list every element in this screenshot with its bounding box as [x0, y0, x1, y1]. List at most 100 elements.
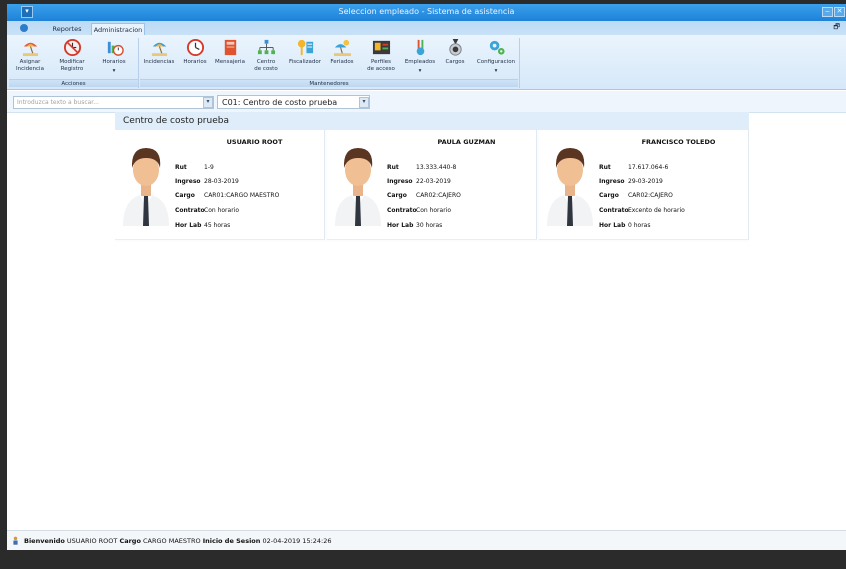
dropdown-arrow-icon: ▾ — [418, 67, 422, 74]
gears-icon — [489, 40, 505, 55]
horarios-button[interactable]: Horarios — [180, 38, 210, 78]
ribbon-button-label: Mensajeria — [215, 59, 245, 65]
field-label: Cargo — [387, 192, 407, 199]
ribbon-button-label: Fiscalizador — [289, 59, 321, 65]
configuracion-menu-button[interactable]: Configuracion ▾ — [474, 38, 518, 78]
restore-ribbon-icon[interactable]: 🗗 — [833, 23, 840, 34]
field-value: Con horario — [204, 207, 239, 214]
status-user: USUARIO ROOT — [66, 537, 118, 545]
field-label: Ingreso — [175, 178, 201, 185]
employee-field-rut: Rut 13.333.440-8 — [387, 164, 456, 171]
no-entry-clock-icon — [63, 38, 81, 57]
field-label: Rut — [387, 164, 399, 171]
dropdown-arrow-icon: ▾ — [494, 67, 498, 74]
employee-field-rut: Rut 17.617.064-6 — [599, 164, 668, 171]
ribbon-group-separator — [519, 38, 520, 88]
beach-icon — [333, 39, 351, 57]
field-value: 22-03-2019 — [416, 178, 451, 185]
cargos-button[interactable]: Cargos — [441, 38, 469, 78]
asignar-incidencia-button[interactable]: Asignar Incidencia — [11, 38, 49, 78]
fiscalizador-button[interactable]: Fiscalizador — [286, 38, 324, 78]
employee-avatar — [547, 148, 593, 226]
window-title: Seleccion empleado - Sistema de asistenc… — [338, 7, 515, 16]
field-value: 0 horas — [628, 222, 651, 229]
user-icon — [13, 536, 18, 545]
empleados-menu-button[interactable]: Empleados ▾ — [401, 38, 439, 78]
org-chart-icon — [257, 39, 275, 55]
employee-name: FRANCISCO TOLEDO — [641, 138, 716, 146]
ribbon-button-label: Incidencias — [143, 59, 175, 65]
cost-center-select[interactable]: C01: Centro de costo prueba — [217, 95, 370, 109]
field-label: Ingreso — [599, 178, 625, 185]
employees-icon — [416, 39, 424, 56]
minimize-button[interactable]: – — [822, 7, 833, 17]
dropdown-arrow-icon: ▾ — [112, 67, 116, 74]
field-label: Contrato — [387, 207, 417, 214]
title-bar: ▾ Seleccion empleado - Sistema de asiste… — [7, 4, 846, 21]
employee-field-horlab: Hor Lab 45 horas — [175, 222, 230, 229]
field-label: Hor Lab — [599, 222, 626, 229]
employee-card[interactable]: PAULA GUZMAN Rut 13.333.440-8 Ingreso 22-03-… — [327, 130, 537, 240]
incidencias-button[interactable]: Incidencias — [141, 38, 177, 78]
avatar — [333, 136, 383, 226]
centro-de-costo-button[interactable]: Centro de costo — [251, 38, 281, 78]
session-start: 02-04-2019 15:24:26 — [262, 537, 332, 545]
field-label: Rut — [599, 164, 611, 171]
ribbon: Asignar Incidencia Modificar Registro Ho… — [7, 35, 846, 90]
session-info: Bienvenido USUARIO ROOT Cargo CARGO MAES… — [24, 537, 332, 545]
field-value: 17.617.064-6 — [628, 164, 669, 171]
ribbon-button-label: Horarios — [102, 59, 126, 65]
modificar-registro-button[interactable]: Modificar Registro — [53, 38, 91, 78]
field-value: 13.333.440-8 — [416, 164, 457, 171]
app-window: ▾ Seleccion empleado - Sistema de asiste… — [7, 4, 846, 550]
field-label: Cargo — [599, 192, 619, 199]
cost-center-dropdown-button[interactable]: ▾ — [359, 97, 369, 108]
avatar — [121, 136, 171, 226]
field-value: Con horario — [416, 207, 451, 214]
horarios-menu-button[interactable]: Horarios ▾ — [97, 38, 131, 78]
field-label: Contrato — [599, 207, 629, 214]
ribbon-button-label: Asignar Incidencia — [16, 59, 44, 72]
mensajeria-button[interactable]: Mensajeria — [213, 38, 247, 78]
clock-icon — [186, 38, 204, 57]
field-value: 29-03-2019 — [628, 178, 663, 185]
welcome-label: Bienvenido — [24, 537, 65, 545]
ribbon-button-label: Horarios — [183, 59, 207, 65]
search-input[interactable]: Introduzca texto a buscar... — [13, 96, 214, 109]
employee-field-cargo: Cargo CAR02:CAJERO — [387, 192, 461, 199]
search-dropdown-button[interactable]: ▾ — [203, 97, 213, 108]
tab-administracion[interactable]: Administracion — [91, 23, 145, 35]
employee-avatar — [123, 148, 169, 226]
beach-umbrella-icon — [151, 42, 167, 57]
close-button[interactable]: ✕ — [834, 7, 845, 17]
employee-field-cargo: Cargo CAR02:CAJERO — [599, 192, 673, 199]
id-card-icon — [372, 40, 390, 55]
field-value: 28-03-2019 — [204, 178, 239, 185]
field-value: 45 horas — [204, 222, 231, 229]
ribbon-group-separator — [138, 38, 139, 88]
field-value: CAR01:CARGO MAESTRO — [204, 192, 280, 199]
field-label: Cargo — [175, 192, 195, 199]
perfiles-de-acceso-button[interactable]: Perfiles de acceso — [364, 38, 398, 78]
employee-card-list: USUARIO ROOT Rut 1-9 Ingreso 28-03-2019 Cargo… — [115, 130, 749, 242]
ribbon-group-label: Acciones — [61, 81, 86, 87]
quick-access-icon[interactable] — [20, 24, 28, 32]
field-value: 1-9 — [204, 164, 214, 171]
employee-card[interactable]: FRANCISCO TOLEDO Rut 17.617.064-6 Ingreso 29… — [539, 130, 749, 240]
employee-field-rut: Rut 1-9 — [175, 164, 214, 171]
field-label: Ingreso — [387, 178, 413, 185]
ribbon-button-label: Empleados — [404, 59, 436, 65]
chart-clock-icon — [107, 41, 124, 56]
book-icon — [224, 39, 236, 56]
ribbon-group-label: Mantenedores — [309, 81, 349, 87]
feriados-button[interactable]: Feriados — [326, 38, 358, 78]
employee-card[interactable]: USUARIO ROOT Rut 1-9 Ingreso 28-03-2019 Cargo… — [115, 130, 325, 240]
field-value: Excento de horario — [628, 207, 685, 214]
tab-reportes[interactable]: Reportes — [43, 23, 91, 35]
field-value: 30 horas — [416, 222, 443, 229]
employee-field-ingreso: Ingreso 29-03-2019 — [599, 178, 663, 185]
status-bar: Bienvenido USUARIO ROOT Cargo CARGO MAES… — [7, 530, 846, 550]
employee-name: PAULA GUZMAN — [437, 138, 496, 146]
cost-center-header: Centro de costo prueba — [115, 112, 749, 130]
field-label: Contrato — [175, 207, 205, 214]
